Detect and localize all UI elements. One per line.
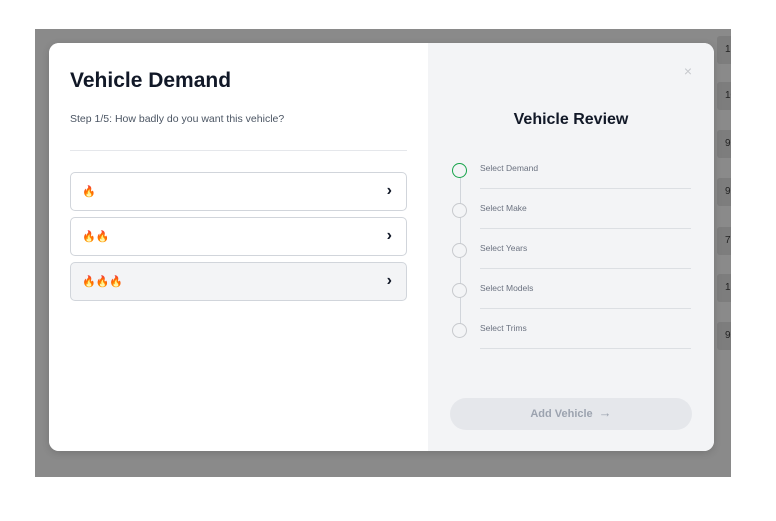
add-vehicle-button[interactable]: Add Vehicle → xyxy=(450,398,692,430)
step-divider xyxy=(480,268,691,269)
step-divider xyxy=(480,188,691,189)
background-cell: 18 xyxy=(717,274,731,302)
step-divider xyxy=(480,228,691,229)
background-cell: 7 xyxy=(717,227,731,255)
step-label: Select Models xyxy=(480,283,534,293)
step-indicator xyxy=(452,323,467,338)
divider xyxy=(70,150,407,151)
step-divider xyxy=(480,348,691,349)
page-title: Vehicle Demand xyxy=(70,69,232,92)
step-label: Select Make xyxy=(480,203,527,213)
fire-icon: 🔥 xyxy=(82,186,96,198)
step-subtitle: Step 1/5: How badly do you want this veh… xyxy=(70,113,285,125)
fire-icon: 🔥🔥 xyxy=(82,231,110,243)
step-divider xyxy=(480,308,691,309)
step-label: Select Years xyxy=(480,243,528,253)
demand-option-1[interactable]: 🔥 › xyxy=(70,172,407,211)
background-cell: 9 xyxy=(717,130,731,158)
review-panel: × Vehicle Review Select Demand Select Ma… xyxy=(428,43,714,451)
step-indicator xyxy=(452,283,467,298)
step-select-models: Select Models xyxy=(452,281,692,321)
step-indicator xyxy=(452,203,467,218)
step-select-trims: Select Trims xyxy=(452,321,692,361)
add-vehicle-label: Add Vehicle xyxy=(530,408,593,420)
demand-option-3[interactable]: 🔥🔥🔥 › xyxy=(70,262,407,301)
close-icon[interactable]: × xyxy=(684,63,692,79)
step-label: Select Demand xyxy=(480,163,539,173)
background-cell: 1 xyxy=(717,36,731,64)
step-indicator xyxy=(452,243,467,258)
step-indicator xyxy=(452,163,467,178)
step-label: Select Trims xyxy=(480,323,527,333)
fire-icon: 🔥🔥🔥 xyxy=(82,276,124,288)
vehicle-demand-modal: Vehicle Demand Step 1/5: How badly do yo… xyxy=(49,43,714,451)
background-cell: 9 xyxy=(717,322,731,350)
chevron-right-icon: › xyxy=(386,182,392,199)
demand-option-2[interactable]: 🔥🔥 › xyxy=(70,217,407,256)
step-select-years: Select Years xyxy=(452,241,692,281)
step-select-make: Select Make xyxy=(452,201,692,241)
chevron-right-icon: › xyxy=(386,272,392,289)
arrow-right-icon: → xyxy=(598,405,612,420)
step-select-demand: Select Demand xyxy=(452,161,692,201)
background-cell: 10 xyxy=(717,82,731,110)
review-title: Vehicle Review xyxy=(513,111,629,128)
demand-panel: Vehicle Demand Step 1/5: How badly do yo… xyxy=(49,43,428,451)
chevron-right-icon: › xyxy=(386,227,392,244)
background-cell: 9 xyxy=(717,178,731,206)
